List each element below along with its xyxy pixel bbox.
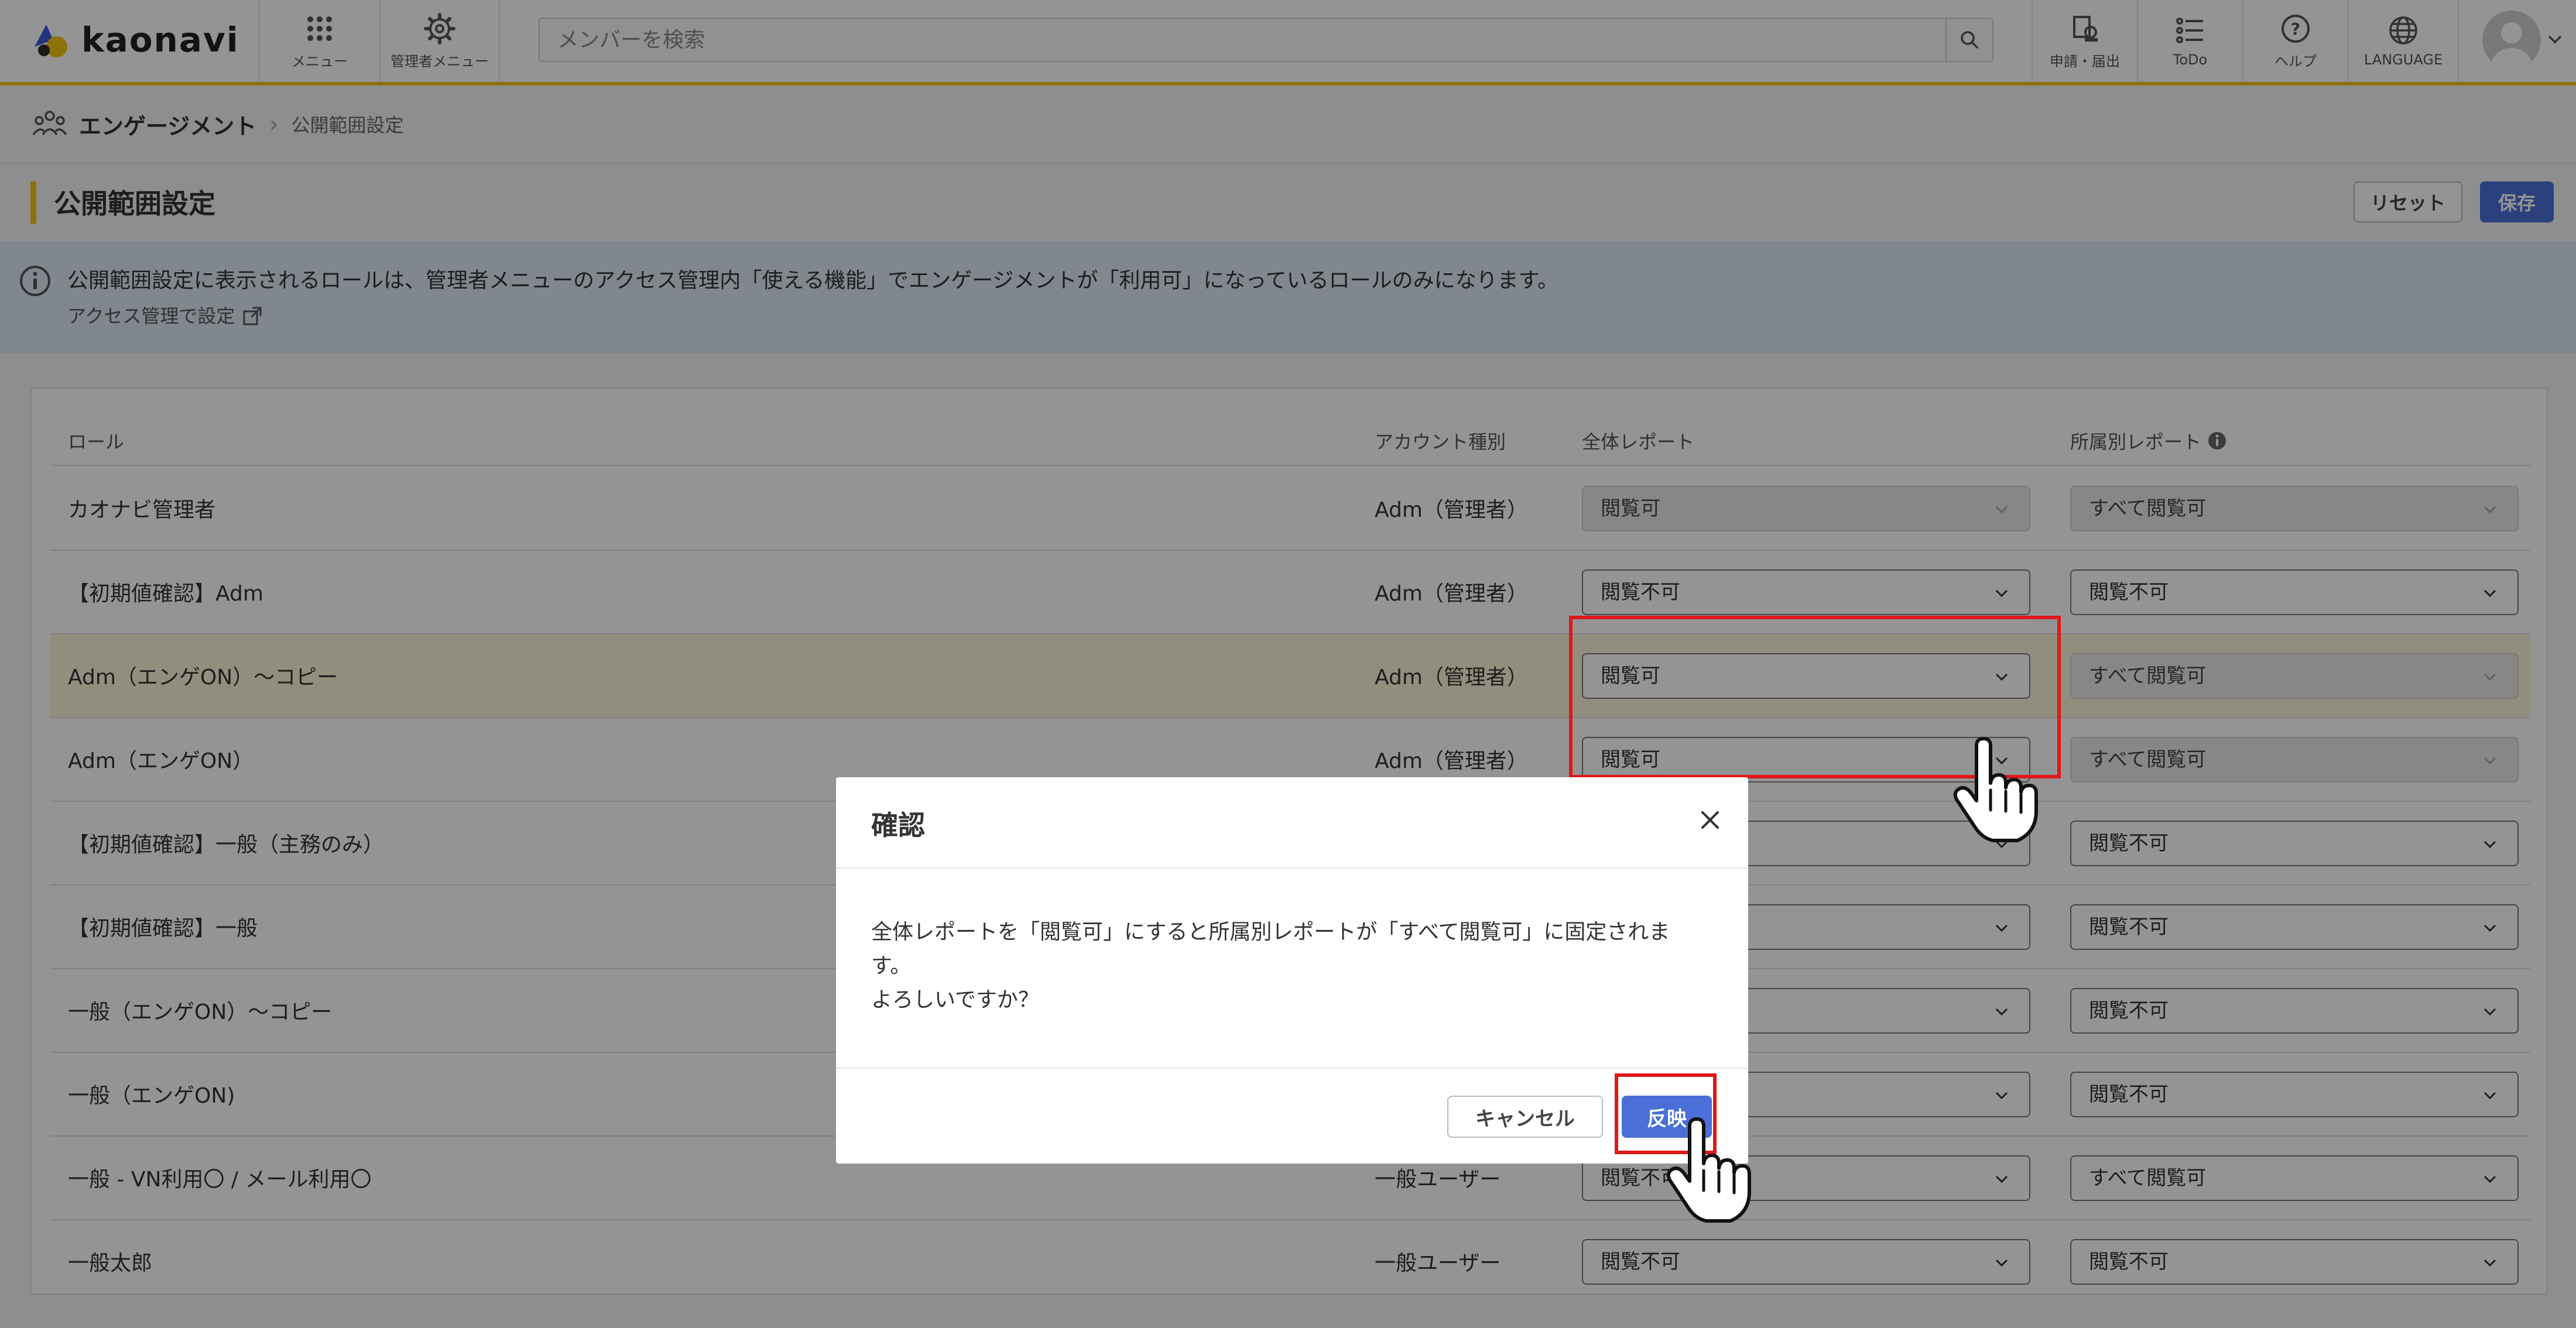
close-icon[interactable] <box>1695 805 1725 835</box>
hand-cursor-icon <box>1953 737 2038 842</box>
dialog-message: 全体レポートを「閲覧可」にすると所属別レポートが「すべて閲覧可」に固定されます。… <box>871 915 1703 1017</box>
dialog-message-line2: よろしいですか？ <box>871 988 1039 1012</box>
hand-cursor-icon <box>1666 1117 1751 1223</box>
dialog-message-line1: 全体レポートを「閲覧可」にすると所属別レポートが「すべて閲覧可」に固定されます。 <box>871 920 1670 978</box>
dialog-divider <box>836 867 1748 869</box>
cancel-button[interactable]: キャンセル <box>1447 1096 1603 1138</box>
dialog-title: 確認 <box>871 809 925 841</box>
dialog-divider <box>836 1068 1748 1069</box>
confirm-dialog: 確認 全体レポートを「閲覧可」にすると所属別レポートが「すべて閲覧可」に固定され… <box>836 777 1748 1164</box>
